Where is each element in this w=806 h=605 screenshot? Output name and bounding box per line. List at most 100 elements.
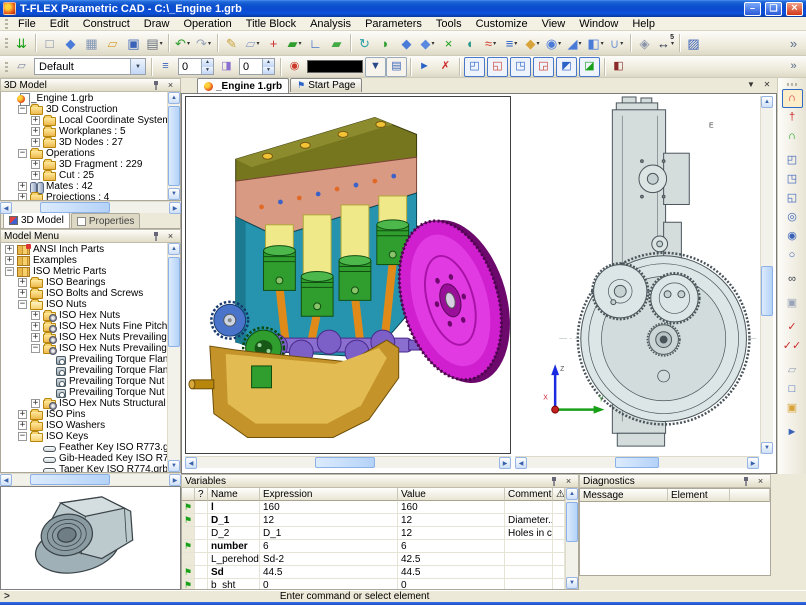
tree-item[interactable]: +ISO Bearings	[1, 277, 167, 288]
menu-customize[interactable]: Customize	[469, 17, 535, 31]
scroll-down-icon[interactable]: ▼	[566, 577, 578, 589]
style-list-button[interactable]: ▤	[386, 57, 407, 77]
tab-3d-model[interactable]: 3D Model	[3, 212, 70, 228]
scroll-left-icon[interactable]: ◀	[515, 457, 527, 469]
scroll-up-icon[interactable]: ▲	[168, 243, 180, 255]
chevron-down-icon[interactable]: ▾	[208, 40, 211, 47]
scroll-thumb[interactable]	[615, 457, 659, 468]
toolbar-grip[interactable]	[5, 62, 8, 72]
check-selected-button[interactable]: ✓	[782, 318, 803, 337]
pin-icon[interactable]	[547, 475, 560, 487]
solid-display-button[interactable]: ◧	[608, 57, 629, 77]
chevron-down-icon[interactable]: ▾	[298, 40, 301, 47]
engine-3d-viewport[interactable]	[185, 96, 511, 454]
chevron-down-icon[interactable]: ▾	[256, 40, 259, 47]
chevron-down-icon[interactable]: ▾	[536, 40, 539, 47]
extrusion-button[interactable]: ◆	[396, 33, 417, 53]
tree-item[interactable]: +ISO Hex Nuts	[1, 310, 167, 321]
column-header-element[interactable]: Element	[668, 489, 730, 502]
table-row[interactable]: ⚑D_11212Diameter...	[182, 514, 565, 527]
scroll-up-icon[interactable]: ▲	[168, 92, 180, 104]
tree-item[interactable]: +ISO Washers	[1, 420, 167, 431]
finish-command-button[interactable]: ⇊	[11, 33, 32, 53]
scroll-thumb[interactable]	[30, 474, 110, 485]
tree-item[interactable]: Prevailing Torque Nut Sty	[1, 387, 167, 398]
color-swatch[interactable]	[307, 60, 363, 73]
close-icon[interactable]: ×	[164, 230, 177, 242]
boolean-button[interactable]: ×	[438, 33, 459, 53]
projection-2d-view[interactable]: E Z Y X	[515, 96, 759, 454]
scroll-thumb[interactable]	[168, 106, 180, 186]
toolbar-overflow-button[interactable]: »	[783, 57, 804, 77]
vertical-scrollbar[interactable]: ▲ ▼	[167, 243, 180, 472]
expand-box-icon[interactable]: +	[31, 127, 40, 136]
table-row[interactable]: ⚑l160160	[182, 501, 565, 514]
tab-list-button[interactable]: ▼	[745, 80, 757, 89]
tree-item[interactable]: _Engine 1.grb	[1, 93, 167, 104]
column-header-⚠[interactable]: ⚠	[553, 488, 565, 501]
scroll-left-icon[interactable]: ◀	[0, 202, 12, 214]
scroll-thumb[interactable]	[315, 457, 375, 468]
selector-faces-toggle[interactable]: ◪	[579, 57, 600, 77]
wireframe-display-button[interactable]: □	[782, 380, 803, 399]
expand-box-icon[interactable]: +	[31, 399, 40, 408]
apply-params-button[interactable]: ►	[414, 57, 435, 77]
vertical-scrollbar[interactable]: ▲ ▼	[565, 488, 578, 589]
collapse-box-icon[interactable]: −	[18, 105, 27, 114]
check-all-button[interactable]: ✓✓	[782, 337, 803, 356]
shaded-display-button[interactable]: ▣	[782, 399, 803, 418]
fragment-button[interactable]: ◆▾	[522, 33, 543, 53]
table-row[interactable]: ⚑Sd44.544.5	[182, 566, 565, 579]
3d-profile-button[interactable]: ▰	[326, 33, 347, 53]
new-from-template-button[interactable]: ▦	[81, 33, 102, 53]
layers-button[interactable]: ≡	[155, 57, 176, 77]
sweep-button[interactable]: ◗	[375, 33, 396, 53]
chevron-down-icon[interactable]: ▾	[431, 40, 434, 47]
fit-drawing-button[interactable]: ◳	[782, 170, 803, 189]
zoom-previous-button[interactable]: ○	[782, 246, 803, 265]
scroll-left-icon[interactable]: ◀	[0, 474, 12, 486]
expand-box-icon[interactable]: +	[18, 278, 27, 287]
sheet-metal-button[interactable]: ∪▾	[606, 33, 627, 53]
column-header-Comment[interactable]: Comment	[505, 488, 553, 501]
fit-page-button[interactable]: ◱	[782, 189, 803, 208]
vertical-scrollbar[interactable]: ▲ ▼	[167, 92, 180, 200]
engine-3d-view[interactable]	[186, 97, 510, 453]
layer-spin[interactable]: 0▲▼	[178, 58, 214, 75]
menu-analysis[interactable]: Analysis	[303, 17, 358, 31]
tree-item[interactable]: +Mates : 42	[1, 181, 167, 192]
document-tab--engine-1-grb[interactable]: _Engine 1.grb	[197, 78, 289, 93]
selector-lcs-toggle[interactable]: ◩	[556, 57, 577, 77]
scroll-thumb[interactable]	[40, 202, 110, 213]
open-document-button[interactable]: ▱	[102, 33, 123, 53]
scroll-left-icon[interactable]: ◀	[185, 457, 197, 469]
command-prompt[interactable]: >	[0, 591, 10, 602]
toolbar-grip[interactable]	[5, 38, 8, 48]
collapse-box-icon[interactable]: −	[18, 432, 27, 441]
zoom-window-button[interactable]: ◰	[782, 151, 803, 170]
new-document-button[interactable]: □	[39, 33, 60, 53]
expand-box-icon[interactable]: +	[31, 311, 40, 320]
fillet-button[interactable]: ◢▾	[564, 33, 585, 53]
reset-params-button[interactable]: ✗	[435, 57, 456, 77]
menu-edit[interactable]: Edit	[43, 17, 76, 31]
undo-button[interactable]: ↶▾	[172, 33, 193, 53]
scroll-thumb[interactable]	[168, 257, 180, 347]
tree-item[interactable]: +Workplanes : 5	[1, 126, 167, 137]
collapse-box-icon[interactable]: −	[18, 300, 27, 309]
menu-view[interactable]: View	[535, 17, 573, 31]
chevron-down-icon[interactable]: ▾	[558, 40, 561, 47]
chevron-down-icon[interactable]: ▾	[620, 40, 623, 47]
zoom-page-button[interactable]: ◎	[782, 208, 803, 227]
table-row[interactable]: ⚑b_sht00	[182, 579, 565, 589]
close-icon[interactable]: ×	[754, 475, 767, 487]
autosnap-on-button[interactable]: ∩	[782, 127, 803, 146]
document-area[interactable]: ◀ ▶	[181, 93, 777, 474]
expand-box-icon[interactable]: +	[5, 256, 14, 265]
chevron-down-icon[interactable]: ▾	[493, 40, 496, 47]
tree-item[interactable]: Feather Key ISO R773.grb	[1, 442, 167, 453]
hide-elements-button[interactable]: ∞	[782, 270, 803, 289]
projection-2d-viewport[interactable]: E Z Y X	[515, 96, 759, 454]
menu-title-block[interactable]: Title Block	[239, 17, 303, 31]
coordinate-system-button[interactable]: +	[263, 33, 284, 53]
